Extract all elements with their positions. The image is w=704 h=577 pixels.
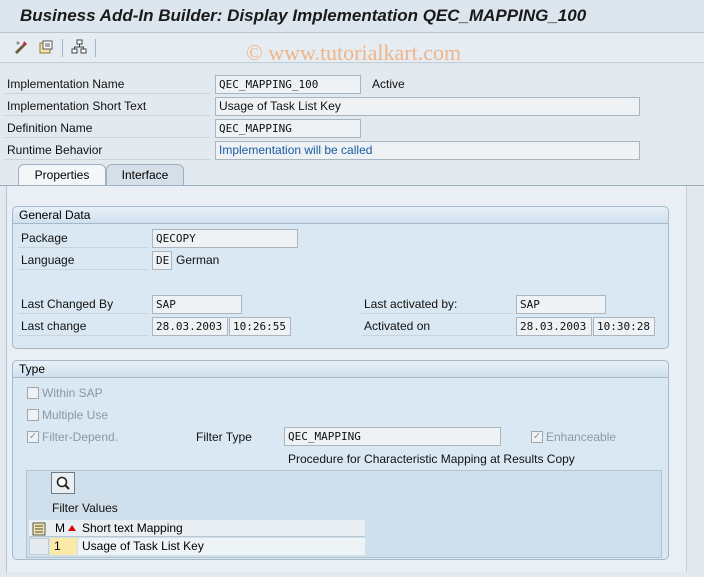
filter-description: Procedure for Characteristic Mapping at …	[288, 452, 575, 466]
impl-status: Active	[372, 77, 405, 91]
package-field[interactable]: QECOPY	[152, 229, 298, 248]
impl-name-field[interactable]: QEC_MAPPING_100	[215, 75, 361, 94]
activated-on-time-field[interactable]: 10:30:28	[593, 317, 655, 336]
select-all-icon[interactable]	[30, 521, 48, 537]
language-code-field[interactable]: DE	[152, 251, 172, 270]
language-label: Language	[21, 253, 75, 267]
last-changed-by-field[interactable]: SAP	[152, 295, 242, 314]
vertical-scrollbar[interactable]	[686, 186, 698, 572]
runtime-behavior-label: Runtime Behavior	[7, 143, 103, 157]
filter-values-label: Filter Values	[52, 501, 118, 515]
multiple-use-checkbox[interactable]: Multiple Use	[27, 407, 108, 423]
tab-interface[interactable]: Interface	[106, 164, 184, 185]
filter-table-header	[29, 520, 365, 537]
activated-on-label: Activated on	[364, 319, 431, 333]
enhanceable-checkbox[interactable]: ✓ Enhanceable	[531, 429, 616, 445]
filter-type-field[interactable]: QEC_MAPPING	[284, 427, 501, 446]
display-change-icon[interactable]	[12, 39, 30, 55]
checkmark-icon: ✓	[531, 431, 543, 443]
hierarchy-icon[interactable]	[70, 39, 88, 55]
general-data-title: General Data	[13, 207, 668, 224]
column-m-header[interactable]: M	[55, 520, 65, 537]
column-short-text-header[interactable]: Short text Mapping	[82, 520, 183, 537]
magnifier-icon[interactable]	[51, 472, 75, 494]
last-activated-by-label: Last activated by:	[364, 297, 458, 311]
runtime-behavior-field[interactable]: Implementation will be called	[215, 141, 640, 160]
tab-properties[interactable]: Properties	[18, 164, 106, 185]
within-sap-checkbox[interactable]: Within SAP	[27, 385, 103, 401]
definition-name-label: Definition Name	[7, 121, 93, 135]
definition-name-field[interactable]: QEC_MAPPING	[215, 119, 361, 138]
last-change-date-field[interactable]: 28.03.2003	[152, 317, 228, 336]
checkmark-icon: ✓	[27, 431, 39, 443]
last-changed-by-label: Last Changed By	[21, 297, 114, 311]
window-title: Business Add-In Builder: Display Impleme…	[20, 6, 587, 25]
row-m-cell[interactable]: 1	[50, 538, 77, 555]
type-title: Type	[13, 361, 668, 378]
language-name: German	[176, 253, 220, 267]
title-bar: Business Add-In Builder: Display Impleme…	[0, 0, 704, 33]
activated-on-date-field[interactable]: 28.03.2003	[516, 317, 592, 336]
watermark: © www.tutorialkart.com	[246, 40, 462, 65]
application-toolbar: © www.tutorialkart.com	[0, 33, 704, 65]
sort-icon	[68, 520, 76, 531]
tab-strip: Properties Interface	[0, 164, 704, 186]
package-label: Package	[21, 231, 68, 245]
row-selector[interactable]	[29, 538, 49, 555]
short-text-field[interactable]: Usage of Task List Key	[215, 97, 640, 116]
short-text-label: Implementation Short Text	[7, 99, 147, 113]
last-activated-by-field[interactable]: SAP	[516, 295, 606, 314]
last-change-label: Last change	[21, 319, 87, 333]
last-change-time-field[interactable]: 10:26:55	[229, 317, 291, 336]
row-short-text-cell: Usage of Task List Key	[78, 538, 365, 555]
filter-type-label: Filter Type	[196, 430, 252, 444]
filter-depend-checkbox[interactable]: ✓ Filter-Depend.	[27, 429, 118, 445]
impl-name-label: Implementation Name	[7, 77, 125, 91]
other-object-icon[interactable]	[37, 39, 55, 55]
